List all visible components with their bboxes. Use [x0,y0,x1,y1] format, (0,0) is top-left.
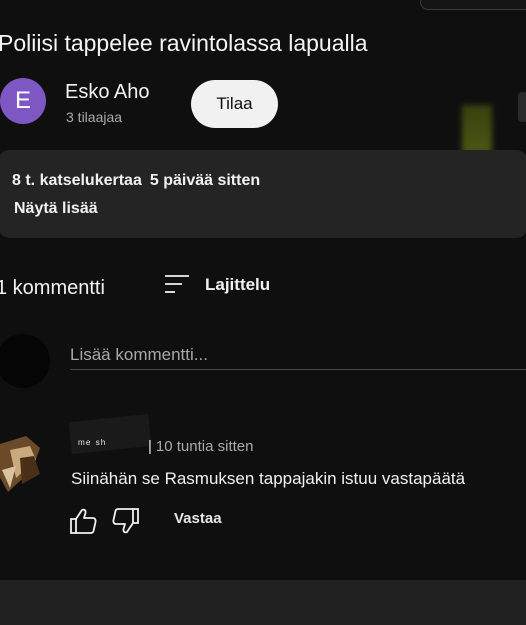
description-panel[interactable] [0,150,526,238]
subscriber-count: 3 tilaajaa [66,109,123,125]
comment-text: Siinähän se Rasmuksen tappajakin istuu v… [71,469,466,488]
channel-avatar[interactable]: E [0,78,46,124]
bottom-bar [0,580,526,625]
video-title: Poliisi tappelee ravintolassa lapualla [0,30,368,56]
user-avatar [0,334,50,388]
video-stats: 8 t. katselukertaa 5 päivää sitten [12,172,268,190]
reply-button[interactable]: Vastaa [174,510,222,527]
thumb-up-icon[interactable] [68,506,98,536]
sort-lines-icon[interactable] [164,273,190,295]
upload-age: 5 päivää sitten [149,172,261,189]
action-button-edge[interactable] [518,92,526,122]
commenter-avatar[interactable] [0,430,54,496]
thumb-down-icon[interactable] [111,506,141,536]
show-more-link[interactable]: Näytä lisää [14,200,98,218]
subscribe-button[interactable]: Tilaa [191,80,278,128]
sort-button[interactable]: Lajittelu [205,275,270,295]
avatar-letter: E [14,87,31,114]
view-count: 8 t. katselukertaa [12,172,142,189]
top-bar-edge [420,0,526,10]
add-comment-input[interactable] [70,341,526,370]
comment-author[interactable]: ᵐᵉ ˢʰ [78,437,106,451]
comment-count: 1 kommentti [0,277,105,299]
channel-name[interactable]: Esko Aho [65,81,150,104]
comment-time: 10 tuntia sitten [148,438,254,455]
